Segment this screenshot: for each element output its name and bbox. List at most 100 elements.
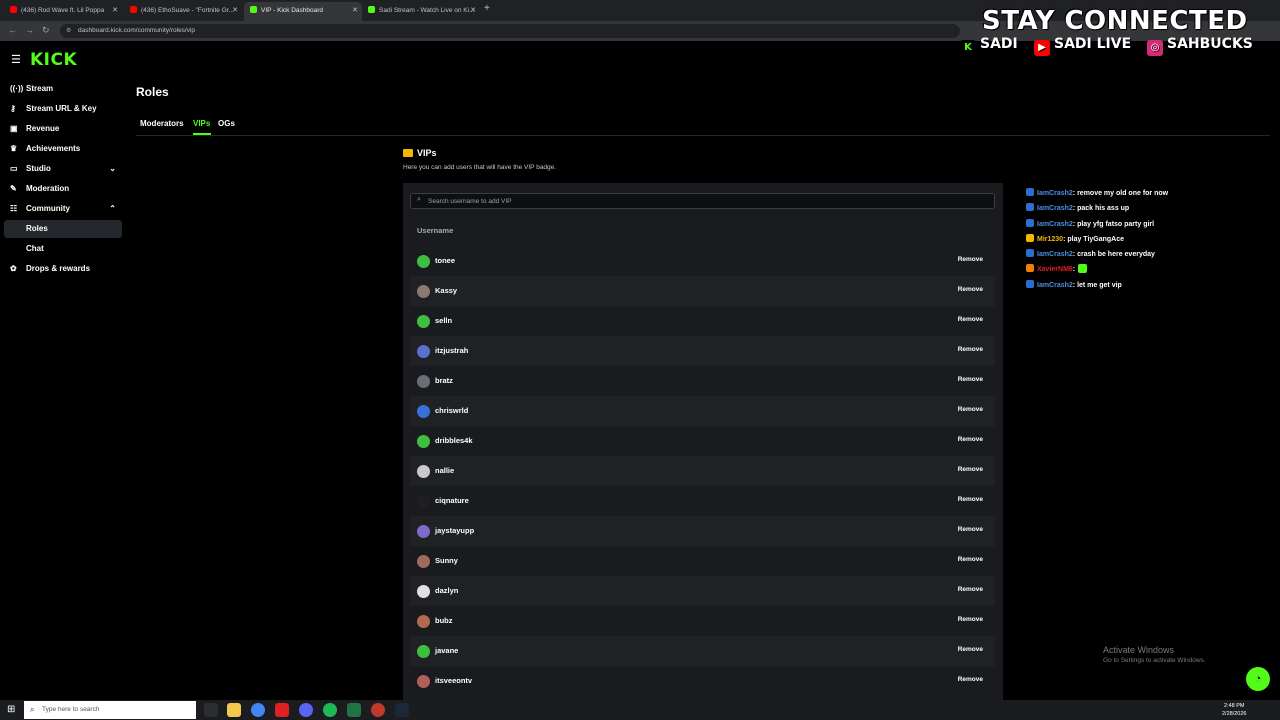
vip-username[interactable]: dazlyn — [435, 586, 458, 595]
tab-vips[interactable]: VIPs — [193, 119, 210, 128]
remove-vip-button[interactable]: Remove — [958, 556, 983, 563]
chat-text: : let me get vip — [1072, 281, 1122, 289]
tab-title: Sadi Stream - Watch Live on Ki... — [379, 7, 475, 14]
sidebar-item-label: Stream URL & Key — [26, 104, 97, 113]
avatar — [417, 495, 430, 508]
new-tab-button[interactable]: + — [484, 3, 490, 14]
tab-moderators[interactable]: Moderators — [140, 119, 184, 128]
remove-vip-button[interactable]: Remove — [958, 316, 983, 323]
menu-icon[interactable]: ☰ — [11, 53, 21, 66]
chevron-down-icon[interactable]: ⌄ — [109, 160, 116, 178]
vip-row: ciqnature Remove — [410, 486, 995, 516]
close-tab-icon[interactable]: ✕ — [470, 2, 476, 19]
file-explorer-icon[interactable] — [227, 703, 241, 717]
chat-message: IamCrash2: play yfg fatso party girl — [1026, 217, 1276, 232]
remove-vip-button[interactable]: Remove — [958, 676, 983, 683]
chevron-up-icon[interactable]: ⌃ — [109, 200, 116, 218]
remove-vip-button[interactable]: Remove — [958, 286, 983, 293]
browser-tab[interactable]: Sadi Stream - Watch Live on Ki... ✕ — [362, 2, 480, 21]
browser-tab[interactable]: (436) Rod Wave ft. Lil Poppa ✕ — [4, 2, 122, 21]
sidebar-item-label: Studio — [26, 164, 51, 173]
chat-text: : remove my old one for now — [1072, 190, 1169, 197]
vip-username[interactable]: tonee — [435, 256, 455, 265]
vip-username[interactable]: chriswrld — [435, 406, 468, 415]
spotify-icon[interactable] — [323, 703, 337, 717]
chrome-icon[interactable] — [251, 703, 265, 717]
adobe-icon[interactable] — [275, 703, 289, 717]
chat-username: XavierNM6 — [1037, 266, 1073, 274]
sidebar-item-moderation[interactable]: ✎ Moderation — [4, 180, 122, 198]
steam-icon[interactable] — [395, 703, 409, 717]
vip-username[interactable]: itsveeontv — [435, 676, 472, 685]
browser-tab[interactable]: VIP - Kick Dashboard ✕ — [244, 2, 362, 21]
sidebar-item-community[interactable]: ☷ Community ⌃ — [4, 200, 122, 218]
taskbar-search[interactable]: ⌕ Type here to search — [24, 701, 196, 719]
avatar — [417, 675, 430, 688]
excel-icon[interactable] — [347, 703, 361, 717]
vip-row: bratz Remove — [410, 366, 995, 396]
browser-tab[interactable]: (436) EthoSuave - "Fortnite Gr... ✕ — [124, 2, 242, 21]
vip-username[interactable]: bubz — [435, 616, 453, 625]
vip-username[interactable]: Sunny — [435, 556, 458, 565]
vip-username[interactable]: javane — [435, 646, 458, 655]
remove-vip-button[interactable]: Remove — [958, 346, 983, 353]
tab-favicon-icon — [130, 6, 137, 13]
vip-list: tonee Remove Kassy Remove selln Remove itzjust… — [410, 246, 995, 696]
windows-start-icon[interactable]: ⊞ — [7, 704, 15, 715]
chat-message: IamCrash2: remove my old one for now — [1026, 186, 1276, 201]
sidebar-item-label: Achievements — [26, 144, 81, 153]
chat-overlay: IamCrash2: remove my old one for now IamC… — [1026, 186, 1276, 293]
remove-vip-button[interactable]: Remove — [958, 256, 983, 263]
remove-vip-button[interactable]: Remove — [958, 586, 983, 593]
site-info-icon[interactable]: ⚙ — [66, 24, 71, 38]
sidebar-item-roles[interactable]: Roles — [4, 220, 122, 238]
sidebar-item-studio[interactable]: ▭ Studio ⌄ — [4, 160, 122, 178]
forward-icon[interactable]: → — [25, 25, 34, 35]
vip-username[interactable]: selln — [435, 316, 452, 325]
vip-username[interactable]: bratz — [435, 376, 453, 385]
chat-username: Mir1230 — [1037, 235, 1064, 243]
discord-icon[interactable] — [299, 703, 313, 717]
chat-message: Mir1230: play TiyGangAce — [1026, 232, 1276, 247]
vip-username[interactable]: ciqnature — [435, 496, 469, 505]
obs-icon[interactable] — [371, 703, 385, 717]
kick-logo[interactable]: KICK — [30, 50, 77, 70]
username-column-header: Username — [417, 226, 454, 235]
close-tab-icon[interactable]: ✕ — [112, 2, 118, 19]
help-chat-button[interactable]: ◔ — [1246, 667, 1270, 691]
tab-title: (436) EthoSuave - "Fortnite Gr... — [141, 7, 234, 14]
remove-vip-button[interactable]: Remove — [958, 526, 983, 533]
remove-vip-button[interactable]: Remove — [958, 496, 983, 503]
vip-username[interactable]: dribbles4k — [435, 436, 473, 445]
vip-username[interactable]: jaystayupp — [435, 526, 474, 535]
sidebar-item-revenue[interactable]: ▣ Revenue — [4, 120, 122, 138]
close-tab-icon[interactable]: ✕ — [352, 2, 358, 19]
url-text: dashboard.kick.com/community/roles/vip — [78, 27, 196, 34]
vip-username[interactable]: itzjustrah — [435, 346, 468, 355]
sidebar-item-chat[interactable]: Chat — [4, 240, 122, 258]
remove-vip-button[interactable]: Remove — [958, 466, 983, 473]
remove-vip-button[interactable]: Remove — [958, 436, 983, 443]
sidebar-item-drops-rewards[interactable]: ✿ Drops & rewards — [4, 260, 122, 278]
chat-message: IamCrash2: let me get vip — [1026, 278, 1276, 293]
search-input[interactable] — [410, 193, 995, 209]
sidebar-item-achievements[interactable]: ♛ Achievements — [4, 140, 122, 158]
vip-row: itzjustrah Remove — [410, 336, 995, 366]
windows-taskbar: ⊞ ⌕ Type here to search 2:48 PM 2/28/202… — [0, 700, 1280, 720]
back-icon[interactable]: ← — [8, 25, 17, 35]
tab-ogs[interactable]: OGs — [218, 119, 235, 128]
system-clock[interactable]: 2:48 PM 2/28/2026 — [1222, 702, 1246, 718]
remove-vip-button[interactable]: Remove — [958, 376, 983, 383]
remove-vip-button[interactable]: Remove — [958, 616, 983, 623]
remove-vip-button[interactable]: Remove — [958, 646, 983, 653]
sidebar-item-stream[interactable]: ((·)) Stream — [4, 80, 122, 98]
task-view-icon[interactable] — [204, 703, 218, 717]
vip-username[interactable]: Kassy — [435, 286, 457, 295]
remove-vip-button[interactable]: Remove — [958, 406, 983, 413]
address-bar[interactable]: ⚙ dashboard.kick.com/community/roles/vip — [60, 24, 960, 38]
sidebar-item-stream-url-key[interactable]: ⚷ Stream URL & Key — [4, 100, 122, 118]
section-title: VIPs — [403, 148, 437, 158]
vip-username[interactable]: nallie — [435, 466, 454, 475]
close-tab-icon[interactable]: ✕ — [232, 2, 238, 19]
reload-icon[interactable]: ↻ — [42, 25, 50, 36]
